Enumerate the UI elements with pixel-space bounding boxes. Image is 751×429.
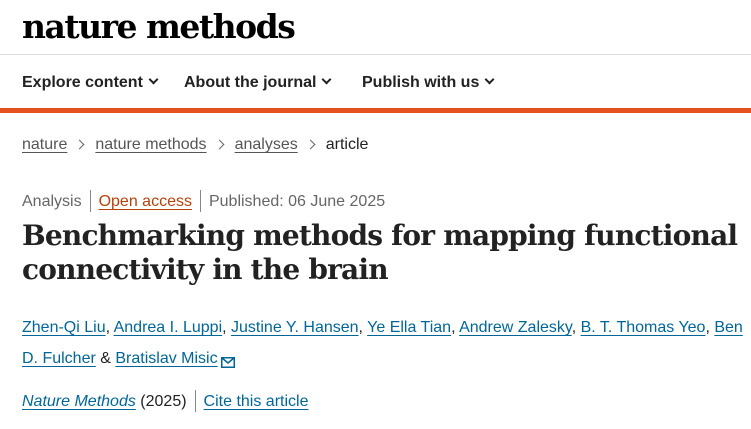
author-link[interactable]: Andrew Zalesky [459,319,572,336]
chevron-right-icon [214,139,225,150]
citation-divider [194,390,196,412]
article-meta: Analysis Open access Published: 06 June 20… [22,190,386,213]
author-link[interactable]: Andrea I. Luppi [114,319,223,336]
open-access-link[interactable]: Open access [99,193,192,210]
breadcrumb-nature[interactable]: nature [22,136,67,153]
cite-this-article-link[interactable]: Cite this article [204,393,309,410]
chevron-down-icon [148,74,159,85]
chevron-right-icon [305,139,316,150]
article-title: Benchmarking methods for mapping functio… [22,219,738,286]
author-link[interactable]: B. T. Thomas Yeo [581,319,706,336]
author-link[interactable]: Bratislav Misic [115,350,217,367]
envelope-icon[interactable] [220,348,235,379]
nav-accent-bar [0,108,751,113]
nav-about-journal[interactable]: About the journal [184,73,332,93]
nav-explore-content[interactable]: Explore content [22,73,159,93]
site-header: nature methods [0,0,751,55]
author-link[interactable]: Zhen-Qi Liu [22,319,106,336]
breadcrumb-analyses[interactable]: analyses [235,136,298,153]
main-nav: Explore content About the journal Publis… [0,56,751,108]
nav-publish-with-us[interactable]: Publish with us [362,73,495,93]
journal-logo[interactable]: nature methods [22,8,296,46]
author-list: Zhen-Qi Liu, Andrea I. Luppi, Justine Y.… [22,312,744,379]
published-date: Published: 06 June 2025 [208,193,386,211]
nav-label: Publish with us [362,74,480,91]
publication-year: (2025) [140,393,187,411]
chevron-down-icon [321,74,332,85]
journal-link[interactable]: Nature Methods [22,393,136,410]
article-type: Analysis [22,193,82,211]
breadcrumb: nature nature methods analyses article [22,135,368,155]
nav-label: About the journal [184,74,317,91]
author-link[interactable]: Ye Ella Tian [367,319,451,336]
meta-divider [199,190,201,212]
nav-label: Explore content [22,74,143,91]
citation-line: Nature Methods (2025) Cite this article [22,390,309,413]
breadcrumb-nature-methods[interactable]: nature methods [95,136,206,153]
breadcrumb-current: article [325,136,369,153]
meta-divider [89,190,91,212]
author-link[interactable]: Justine Y. Hansen [231,319,359,336]
chevron-right-icon [74,139,85,150]
chevron-down-icon [484,74,495,85]
